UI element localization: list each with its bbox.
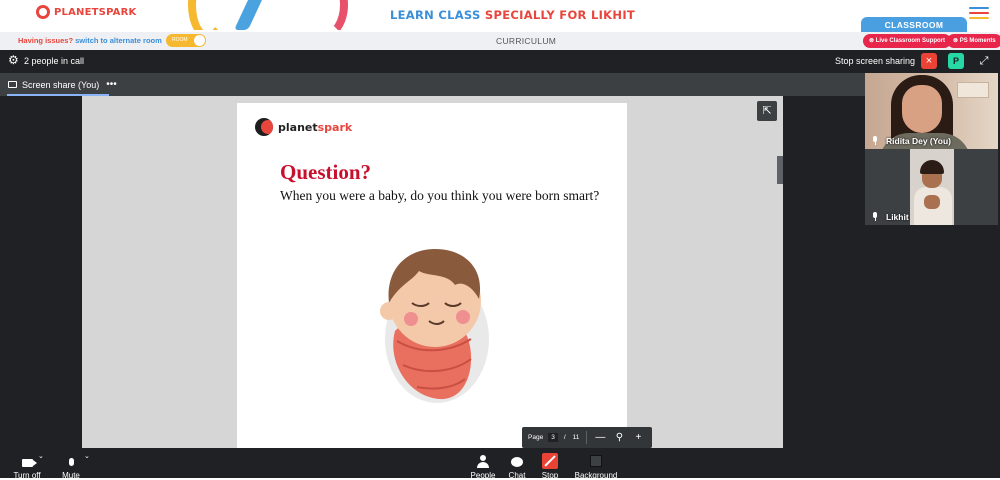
microphone-icon	[68, 458, 74, 466]
screen-share-tab[interactable]: Screen share (You) •••	[8, 73, 117, 96]
stop-share-button[interactable]: Stop	[537, 453, 563, 480]
background-icon	[590, 455, 602, 467]
classroom-tab[interactable]: CLASSROOM	[861, 17, 967, 33]
page-number-input[interactable]: 3	[548, 433, 558, 442]
issues-notice: Having issues? switch to alternate room	[18, 36, 162, 45]
stop-present-icon	[542, 453, 558, 469]
page-separator: /	[563, 434, 566, 441]
background-button[interactable]: Background	[570, 455, 622, 480]
question-title: Question?	[280, 160, 372, 184]
slide-logo-text: planetspark	[278, 120, 353, 134]
participant-name: Ridita Dey (You)	[886, 136, 952, 146]
class-title: LEARN CLASS SPECIALLY FOR LIKHIT	[390, 8, 635, 22]
share-tab-row: Screen share (You) •••	[0, 73, 865, 96]
curriculum-link[interactable]: CURRICULUM	[496, 36, 556, 46]
pdf-toolbar: Page 3 / 11 — ⚲ +	[522, 427, 652, 448]
slide-logo: planetspark	[255, 118, 352, 136]
screen-share-tab-label: Screen share (You)	[22, 79, 100, 90]
planetspark-logo[interactable]: PLANETSPARK	[36, 5, 136, 19]
toggle-knob	[194, 35, 205, 46]
room-toggle[interactable]: ROOM	[166, 34, 206, 47]
fullscreen-icon[interactable]: ⤢	[977, 54, 991, 68]
hamburger-menu-icon[interactable]	[969, 7, 989, 22]
zoom-in-button[interactable]: +	[632, 432, 644, 443]
stop-label: Stop	[541, 471, 559, 480]
more-options-icon[interactable]: •••	[106, 79, 117, 90]
meeting-window: ⚙ 2 people in call Stop screen sharing ×…	[0, 50, 1000, 480]
live-support-label: Live Classroom Support	[875, 38, 946, 44]
page-total: 11	[572, 434, 580, 441]
chat-label: Chat	[508, 471, 526, 480]
ps-moments-label: PS Moments	[959, 38, 996, 44]
planet-logo-icon	[255, 118, 273, 136]
room-toggle-label: ROOM	[172, 37, 188, 43]
toolbar-divider	[586, 431, 588, 444]
zoom-out-button[interactable]: —	[594, 432, 606, 443]
meeting-topbar: ⚙ 2 people in call Stop screen sharing ×…	[0, 50, 1000, 73]
app-header: PLANETSPARK LEARN CLASS SPECIALLY FOR LI…	[0, 0, 1000, 33]
participant-tile-ridita[interactable]: Ridita Dey (You)	[865, 73, 998, 149]
left-gutter	[0, 96, 82, 448]
open-external-icon[interactable]: ⇱	[757, 101, 777, 121]
chevron-down-icon[interactable]: ⌄	[84, 452, 90, 460]
class-title-part1: LEARN CLASS	[390, 8, 481, 22]
mute-label: Mute	[62, 471, 80, 480]
call-controls-bar: Turn off ⌄ Mute ⌄ People Chat Stop Backg…	[0, 448, 1000, 480]
stop-screen-sharing-label: Stop screen sharing	[835, 56, 916, 66]
participant-name: Likhit	[886, 212, 909, 222]
issues-question: Having issues?	[18, 36, 74, 45]
sub-bar: Having issues? switch to alternate room …	[0, 32, 1000, 50]
microphone-icon	[872, 212, 878, 221]
people-label: People	[470, 471, 496, 480]
people-count: 2 people in call	[24, 56, 85, 66]
monitor-icon	[8, 81, 17, 88]
gear-icon[interactable]: ⚙	[8, 54, 19, 66]
people-button[interactable]: People	[467, 455, 499, 480]
page-label: Page	[528, 434, 544, 441]
background-label: Background	[574, 471, 618, 480]
chevron-down-icon[interactable]: ⌄	[38, 452, 44, 460]
class-title-part2: SPECIALLY FOR LIKHIT	[484, 8, 636, 22]
question-text: When you were a baby, do you think you w…	[280, 188, 600, 203]
microphone-icon	[872, 136, 878, 145]
chat-icon	[511, 457, 523, 467]
p-badge-button[interactable]: P	[948, 53, 964, 69]
zoom-search-icon[interactable]: ⚲	[613, 432, 625, 443]
camera-icon	[21, 459, 37, 467]
people-icon	[477, 455, 489, 468]
presentation-slide: planetspark Question? When you were a ba…	[237, 103, 652, 448]
participant-tile-likhit[interactable]: Likhit	[865, 149, 998, 225]
sleeping-baby-illustration	[380, 249, 489, 403]
chat-button[interactable]: Chat	[505, 455, 529, 480]
scrollbar-thumb[interactable]	[777, 156, 783, 184]
planet-logo-icon	[36, 5, 50, 19]
stop-sharing-close-button[interactable]: ×	[921, 53, 937, 69]
live-support-button[interactable]: ⊗ Live Classroom Support	[863, 34, 952, 48]
participant-video	[910, 149, 954, 225]
camera-label: Turn off	[13, 471, 41, 480]
logo-text: PLANETSPARK	[54, 6, 137, 18]
mute-button[interactable]: Mute	[58, 455, 84, 480]
shared-screen: planetspark Question? When you were a ba…	[82, 96, 783, 448]
switch-room-link[interactable]: switch to alternate room	[75, 36, 162, 45]
decorative-arcs	[188, 0, 348, 30]
ps-moments-button[interactable]: ⊗ PS Moments	[947, 34, 1000, 48]
